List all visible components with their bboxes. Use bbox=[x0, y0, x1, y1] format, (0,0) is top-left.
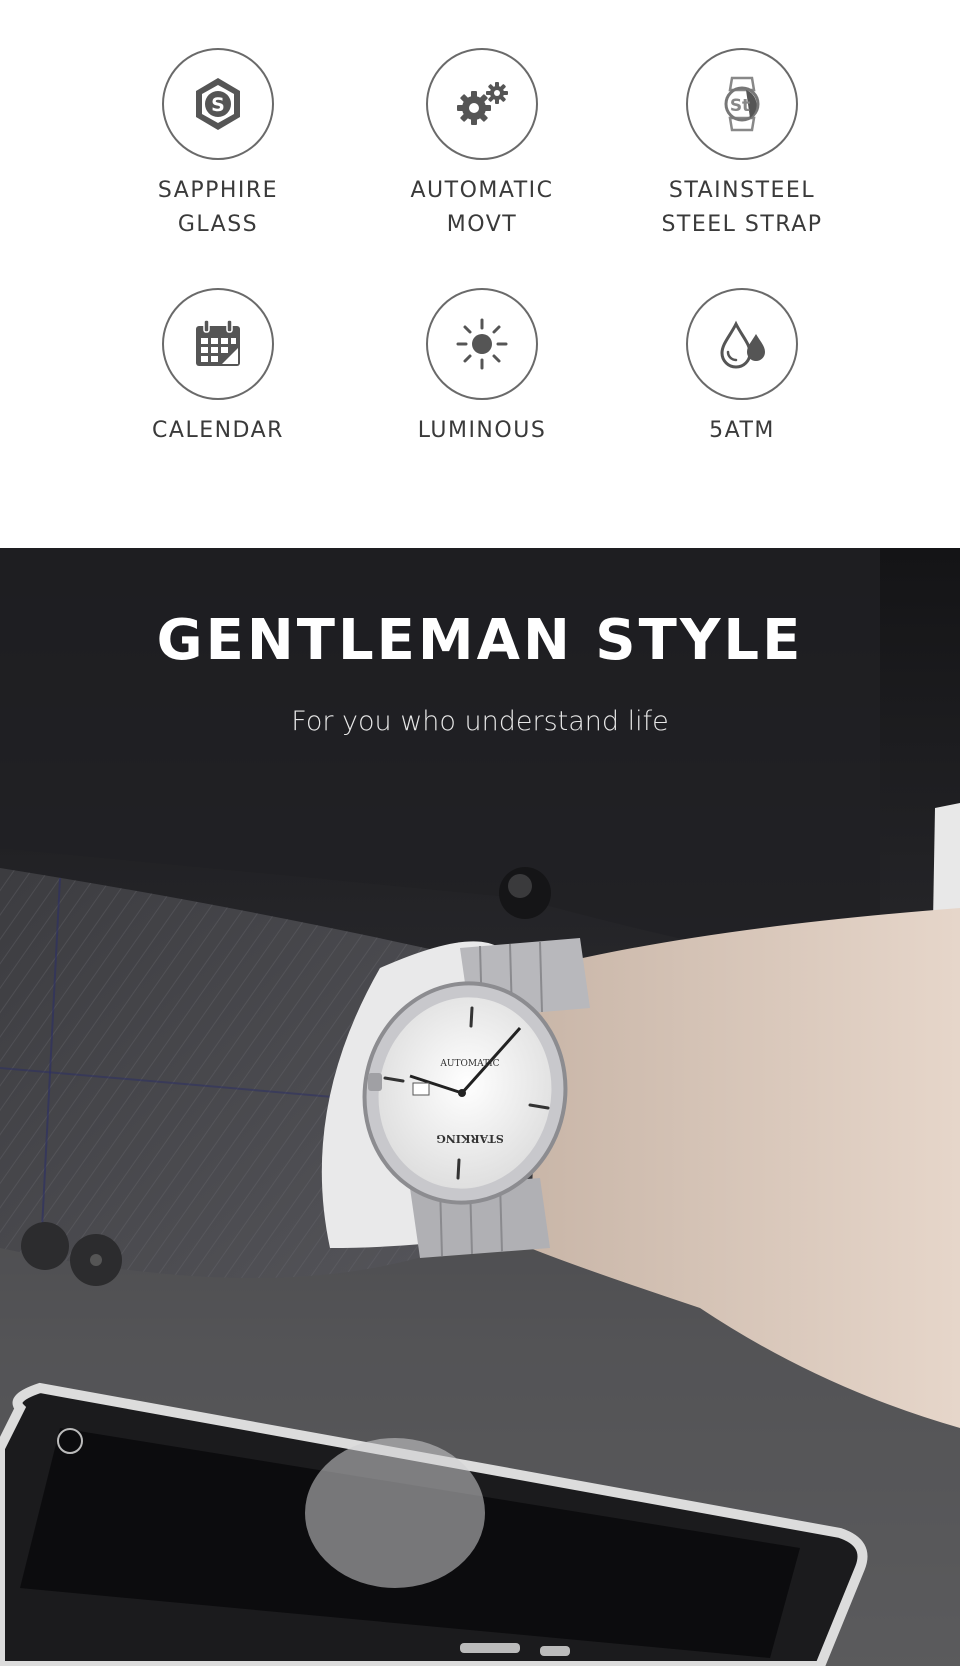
feature-label: LUMINOUS bbox=[417, 418, 547, 443]
feature-label: STAINSTEEL STEEL STRAP bbox=[661, 178, 823, 237]
svg-text:S: S bbox=[211, 94, 225, 116]
calendar-icon bbox=[162, 288, 274, 400]
feature-automatic-movt: AUTOMATIC MOVT bbox=[372, 48, 592, 242]
gears-icon bbox=[426, 48, 538, 160]
sapphire-glass-icon: S bbox=[162, 48, 274, 160]
sun-icon bbox=[426, 288, 538, 400]
svg-text:St: St bbox=[730, 96, 750, 116]
watch-brand-text: STARKING bbox=[436, 1132, 503, 1145]
watch-movement-text: AUTOMATIC bbox=[439, 1059, 499, 1069]
feature-label: CALENDAR bbox=[152, 418, 284, 443]
feature-5atm: 5ATM bbox=[632, 288, 852, 448]
feature-grid: S SAPPHIRE GLASS AUTOMATIC MOVT St STAIN… bbox=[0, 0, 960, 548]
water-drops-icon bbox=[686, 288, 798, 400]
hero-subtitle: For you who understand life bbox=[291, 706, 669, 737]
feature-label: 5ATM bbox=[709, 418, 775, 443]
feature-luminous: LUMINOUS bbox=[372, 288, 592, 448]
feature-calendar: CALENDAR bbox=[108, 288, 328, 448]
feature-steel-strap: St STAINSTEEL STEEL STRAP bbox=[632, 48, 852, 242]
hero-title: GENTLEMAN STYLE bbox=[156, 608, 804, 673]
hero-banner: AUTOMATIC STARKING GENTLEMAN STYLE For y… bbox=[0, 548, 960, 1666]
feature-sapphire-glass: S SAPPHIRE GLASS bbox=[108, 48, 328, 242]
feature-label: SAPPHIRE GLASS bbox=[157, 178, 279, 237]
feature-label: AUTOMATIC MOVT bbox=[410, 178, 554, 237]
steel-strap-icon: St bbox=[686, 48, 798, 160]
